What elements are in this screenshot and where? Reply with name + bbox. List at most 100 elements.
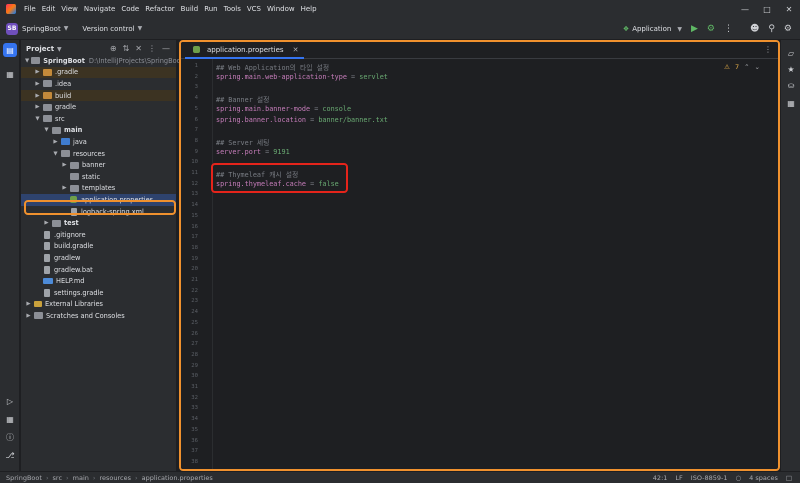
tree-item[interactable]: settings.gradle: [21, 287, 176, 299]
chevron-right-icon[interactable]: ▶: [43, 220, 50, 226]
run-config-selector[interactable]: ❖ Application ▼: [623, 25, 682, 33]
search-icon[interactable]: ⚲: [768, 24, 775, 34]
locate-file-icon[interactable]: ⊕: [110, 44, 117, 53]
add-user-icon[interactable]: ☻: [750, 24, 759, 34]
breadcrumb-item[interactable]: resources: [100, 474, 132, 482]
menu-view[interactable]: View: [61, 5, 78, 13]
chevron-right-icon[interactable]: ▶: [34, 69, 41, 75]
menu-help[interactable]: Help: [301, 5, 317, 13]
tree-item[interactable]: ▶ .idea: [21, 78, 176, 90]
menu-window[interactable]: Window: [267, 5, 295, 13]
tree-item[interactable]: gradlew.bat: [21, 264, 176, 276]
chevron-right-icon[interactable]: ▶: [61, 185, 68, 191]
caret-position[interactable]: 42:1: [653, 474, 668, 482]
tree-item[interactable]: ▼ src: [21, 113, 176, 125]
chevron-right-icon[interactable]: ▶: [61, 162, 68, 168]
project-badge[interactable]: SB: [6, 22, 18, 35]
structure-tool-icon[interactable]: ▦: [3, 67, 17, 81]
chevron-right-icon[interactable]: ▶: [34, 81, 41, 87]
chevron-down-icon[interactable]: ⌄: [755, 63, 760, 71]
tree-item[interactable]: build.gradle: [21, 241, 176, 253]
close-icon[interactable]: ✕: [293, 46, 299, 54]
intellij-logo-icon: [6, 4, 16, 14]
more-icon[interactable]: ⋮: [764, 45, 772, 54]
breadcrumb-item[interactable]: SpringBoot: [6, 474, 42, 482]
chevron-down-icon[interactable]: ▼: [52, 151, 59, 157]
tree-item[interactable]: static: [21, 171, 176, 183]
maximize-icon[interactable]: □: [756, 0, 778, 18]
tree-item[interactable]: ▶ build: [21, 89, 176, 102]
file-encoding[interactable]: ISO-8859-1: [691, 474, 728, 482]
tree-item[interactable]: ▶ templates: [21, 183, 176, 195]
chevron-down-icon[interactable]: ▼: [34, 116, 41, 122]
chevron-right-icon[interactable]: ▶: [25, 313, 32, 319]
chevron-right-icon[interactable]: ▶: [25, 301, 32, 307]
breadcrumb-item[interactable]: application.properties: [142, 474, 213, 482]
lock-icon[interactable]: ○: [736, 474, 742, 482]
close-icon[interactable]: ✕: [778, 0, 800, 18]
chevron-right-icon[interactable]: ▶: [52, 139, 59, 145]
chevron-down-icon[interactable]: ▼: [43, 127, 50, 133]
tree-item[interactable]: ▶ Scratches and Consoles: [21, 310, 176, 322]
chevron-up-icon[interactable]: ⌃: [744, 63, 749, 71]
menu-file[interactable]: File: [24, 5, 36, 13]
settings-gear-icon[interactable]: ⚙: [784, 24, 792, 34]
main-toolbar: SB SpringBoot ▼ Version control ▼ ❖ Appl…: [0, 18, 800, 40]
tree-item[interactable]: .gitignore: [21, 229, 176, 241]
project-tool-icon[interactable]: ▤: [3, 43, 17, 57]
tree-item[interactable]: ▶ banner: [21, 159, 176, 171]
services-tool-icon[interactable]: ▷: [3, 394, 17, 408]
tree-item[interactable]: ▼ resources: [21, 148, 176, 160]
run-icon[interactable]: ▶: [691, 24, 698, 34]
chevron-right-icon[interactable]: ▶: [34, 93, 41, 99]
code-token: 9191: [273, 147, 290, 156]
tab-application-properties[interactable]: application.properties ✕: [185, 42, 305, 59]
tree-item[interactable]: ▶ java: [21, 136, 176, 148]
ai-assistant-icon[interactable]: ▦: [784, 96, 798, 110]
problems-tool-icon[interactable]: ⓘ: [3, 430, 17, 444]
menu-code[interactable]: Code: [121, 5, 139, 13]
minimize-icon[interactable]: —: [734, 0, 756, 18]
tree-item-label: build: [55, 91, 72, 100]
menu-refactor[interactable]: Refactor: [145, 5, 174, 13]
terminal-tool-icon[interactable]: ▦: [3, 412, 17, 426]
hide-panel-icon[interactable]: —: [162, 44, 170, 53]
breadcrumb-item[interactable]: src: [53, 474, 63, 482]
menu-run[interactable]: Run: [204, 5, 217, 13]
readonly-icon[interactable]: □: [786, 474, 792, 482]
version-control-menu[interactable]: Version control: [82, 25, 134, 33]
chevron-right-icon[interactable]: ▶: [34, 104, 41, 110]
menu-navigate[interactable]: Navigate: [84, 5, 115, 13]
breadcrumb-item[interactable]: main: [73, 474, 89, 482]
menu-edit[interactable]: Edit: [42, 5, 56, 13]
database-tool-icon[interactable]: ⛀: [784, 78, 798, 92]
tree-item[interactable]: ▶ External Libraries: [21, 299, 176, 311]
tree-item[interactable]: ▶ gradle: [21, 101, 176, 113]
indent-setting[interactable]: 4 spaces: [749, 474, 778, 482]
tree-item[interactable]: ▼ main: [21, 125, 176, 137]
menu-build[interactable]: Build: [181, 5, 199, 13]
code-line: server.port = 9191: [216, 148, 290, 156]
line-number: 23: [191, 298, 198, 305]
inspection-widget[interactable]: ⚠ 7 ⌃ ⌄: [724, 63, 760, 71]
chevron-down-icon[interactable]: ▼: [25, 58, 29, 64]
debug-icon[interactable]: ⚙: [707, 24, 715, 34]
more-icon[interactable]: ⋮: [148, 44, 156, 53]
gradle-tool-icon[interactable]: ★: [784, 62, 798, 76]
tree-item[interactable]: gradlew: [21, 252, 176, 264]
tree-item[interactable]: ▶ .gradle: [21, 66, 176, 79]
tree-item[interactable]: HELP.md: [21, 275, 176, 287]
project-selector[interactable]: SpringBoot: [22, 25, 61, 33]
menu-vcs[interactable]: VCS: [247, 5, 261, 13]
more-icon[interactable]: ⋮: [724, 24, 733, 34]
line-separator[interactable]: LF: [675, 474, 682, 482]
collapse-all-icon[interactable]: ✕: [135, 44, 142, 53]
git-tool-icon[interactable]: ⎇: [3, 448, 17, 462]
notifications-icon[interactable]: ▱: [784, 46, 798, 60]
tree-item[interactable]: ▼ SpringBoot D:\IntelliJProjects\SpringBoo…: [21, 55, 183, 67]
tree-item[interactable]: ▶ test: [21, 217, 176, 229]
expand-all-icon[interactable]: ⇅: [123, 44, 130, 53]
file-icon: [44, 288, 50, 297]
line-number: 33: [191, 405, 198, 412]
menu-tools[interactable]: Tools: [224, 5, 241, 13]
